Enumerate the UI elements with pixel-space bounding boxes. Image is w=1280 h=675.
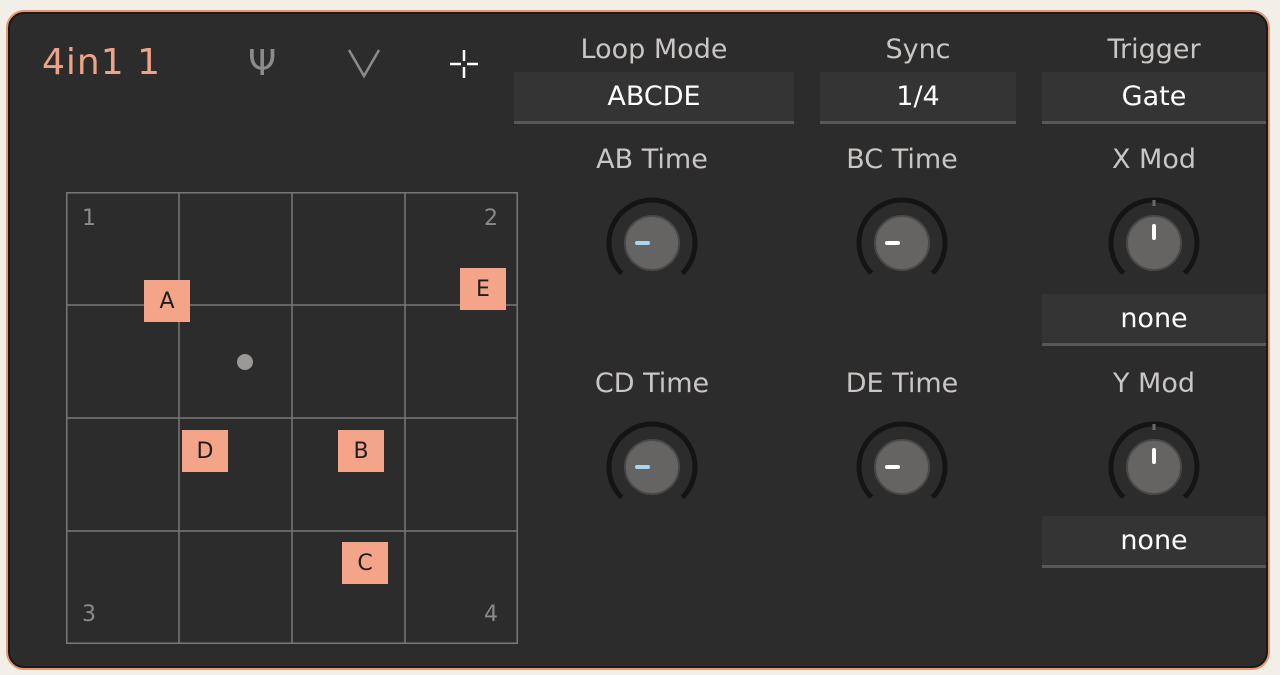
node-e[interactable]: E [460,268,506,310]
v-mode-icon[interactable] [346,46,382,87]
crosshair-shape [450,50,478,78]
x-mod-source-selector[interactable]: none [1042,294,1266,346]
x-mod-label: X Mod [1111,144,1197,175]
psi-mode-icon[interactable]: Ψ [248,46,276,82]
y-mod-label: Y Mod [1112,368,1196,399]
bc-time-label: BC Time [846,144,958,175]
corner-1-label: 1 [82,206,96,231]
sync-label: Sync [885,34,951,65]
xy-pad[interactable]: 1 2 3 4 A E D B C [66,192,518,644]
node-c[interactable]: C [342,542,388,584]
corner-2-label: 2 [484,206,498,231]
corner-3-label: 3 [82,602,96,627]
knob-graphic [1108,421,1200,500]
y-mod-source-selector[interactable]: none [1042,516,1266,568]
corner-4-label: 4 [484,602,498,627]
bc-time-knob[interactable] [847,188,957,298]
cd-time-label: CD Time [594,368,710,399]
de-time-label: DE Time [845,368,959,399]
xy-grid-lines [66,192,518,644]
node-a[interactable]: A [144,280,190,322]
cd-time-knob[interactable] [597,412,707,522]
trigger-label: Trigger [1107,34,1201,65]
loop-mode-label: Loop Mode [580,34,728,65]
node-b[interactable]: B [338,430,384,472]
x-mod-knob[interactable] [1099,188,1209,298]
y-mod-knob[interactable] [1099,412,1209,522]
loop-mode-selector[interactable]: ABCDE [514,72,794,124]
knob-graphic [856,197,948,276]
device-panel: 4in1 1 Ψ Loop Mode ABCDE Sync 1/4 Trigge… [6,10,1270,670]
move-crosshair-icon[interactable] [446,46,482,89]
node-d[interactable]: D [182,430,228,472]
xy-position-dot [237,354,253,370]
ab-time-knob[interactable] [597,188,707,298]
ab-time-label: AB Time [596,144,708,175]
knob-graphic [606,421,698,500]
device-title: 4in1 1 [42,42,161,83]
de-time-knob[interactable] [847,412,957,522]
trigger-selector[interactable]: Gate [1042,72,1266,124]
knob-graphic [606,197,698,276]
v-shape [347,49,381,79]
sync-selector[interactable]: 1/4 [820,72,1016,124]
knob-graphic [856,421,948,500]
knob-graphic [1108,197,1200,276]
